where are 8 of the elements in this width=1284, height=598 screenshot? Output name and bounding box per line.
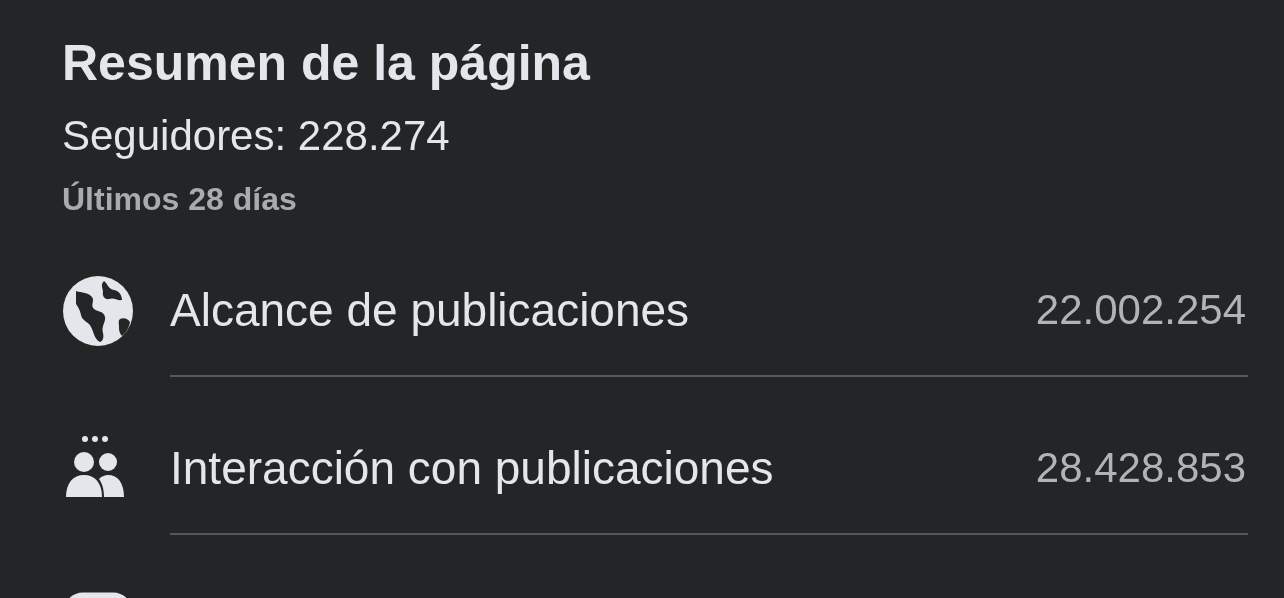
metric-label: Alcance de publicaciones (170, 283, 690, 337)
page-title: Resumen de la página (62, 34, 591, 93)
metric-value: 28.428.853 (1035, 444, 1246, 492)
metric-label: Interacción con publicaciones (170, 441, 774, 495)
followers-count: Seguidores: 228.274 (62, 111, 451, 161)
globe-icon (62, 275, 134, 347)
metric-value: 22.002.254 (1035, 286, 1246, 334)
period-label: Últimos 28 días (62, 180, 298, 219)
